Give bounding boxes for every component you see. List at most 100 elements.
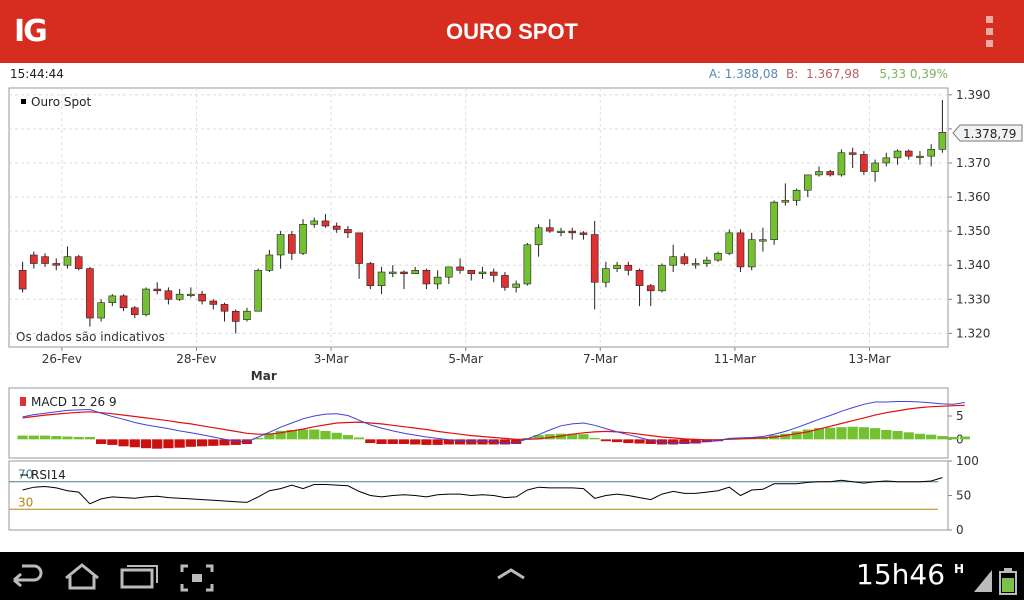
macd-legend: MACD 12 26 9 <box>31 395 117 409</box>
macd-histogram-bar <box>959 436 970 440</box>
candle-down <box>736 232 745 268</box>
home-icon[interactable] <box>65 563 99 590</box>
candle-down <box>74 256 83 269</box>
candle-up <box>388 271 397 274</box>
rsi-chart[interactable]: 0501007030RSI14 <box>8 454 979 537</box>
macd-chart[interactable]: 05MACD 12 26 9 <box>8 387 970 459</box>
rsi-y-tick-label: 0 <box>956 523 964 537</box>
candle-down <box>590 234 599 283</box>
chevron-up-icon[interactable] <box>497 568 525 580</box>
price-plot-frame <box>8 87 949 348</box>
macd-histogram-bar <box>948 437 959 440</box>
macd-histogram-bar <box>881 430 892 440</box>
rsi-level-label: 30 <box>18 495 33 509</box>
legend-swatch <box>21 99 26 104</box>
candle-down <box>41 256 49 264</box>
candle-down <box>568 230 577 234</box>
macd-histogram-bar <box>914 433 926 440</box>
candle-down <box>635 270 644 286</box>
candle-up <box>254 270 262 312</box>
candle-up <box>175 293 184 300</box>
app-header: IG OURO SPOT <box>0 0 1024 63</box>
macd-histogram-bar <box>39 435 51 440</box>
macd-histogram-bar <box>354 437 365 440</box>
candle-up <box>411 270 419 275</box>
candle-up <box>714 252 722 261</box>
candle-down <box>579 232 588 235</box>
candle-up <box>725 232 734 254</box>
candle-up <box>557 230 565 233</box>
charts-area[interactable]: 1.320 1.330 1.340 1.350 1.360 1.370 1.390 26-Fe… <box>0 63 1024 553</box>
candle-up <box>310 220 319 225</box>
price-chart[interactable]: 1.320 1.330 1.340 1.350 1.360 1.370 1.390 26-Fe… <box>8 87 1023 383</box>
candle-up <box>837 152 846 176</box>
price-x-tick-label: 11-Mar <box>714 352 756 366</box>
candle-up <box>747 239 756 268</box>
macd-histogram-bar <box>163 439 174 449</box>
candle-up <box>691 263 700 266</box>
rsi-y-tick-label: 100 <box>956 454 979 468</box>
candle-up <box>815 171 823 176</box>
price-x-tick-label: 3-Mar <box>314 352 349 366</box>
candle-up <box>893 150 902 159</box>
system-nav-bar: 15h46 H <box>0 552 1024 600</box>
macd-histogram-bar <box>892 430 903 440</box>
back-icon[interactable] <box>13 564 43 588</box>
recent-apps-icon[interactable] <box>120 565 158 589</box>
candle-down <box>18 270 27 290</box>
candle-down <box>119 295 128 309</box>
price-y-tick-label: 1.390 <box>956 88 990 102</box>
price-x-tick-label: 5-Mar <box>448 352 483 366</box>
candle-up <box>871 162 879 172</box>
macd-histogram-bar <box>410 439 421 445</box>
macd-histogram-bar <box>28 435 39 440</box>
macd-histogram-bar <box>129 439 140 448</box>
macd-histogram-bar <box>73 437 84 440</box>
candle-up <box>927 149 935 157</box>
candle-up <box>882 157 891 164</box>
battery-icon <box>999 568 1017 595</box>
candle-up <box>658 264 666 292</box>
candle-down <box>422 270 431 285</box>
macd-histogram-bar <box>477 439 488 445</box>
macd-histogram-bar <box>107 439 118 445</box>
candle-up <box>781 200 790 203</box>
macd-histogram-bar <box>140 439 152 449</box>
macd-histogram-bar <box>668 439 679 445</box>
candle-down <box>489 271 498 276</box>
candle-up <box>478 271 487 275</box>
overflow-menu-icon[interactable] <box>976 16 1004 48</box>
macd-histogram-bar <box>421 439 432 445</box>
candle-down <box>86 268 94 319</box>
macd-histogram-bar <box>634 439 645 444</box>
macd-histogram-bar <box>466 439 477 445</box>
month-label: Mar <box>251 369 277 383</box>
price-y-tick-label: 1.330 <box>956 292 990 306</box>
price-y-tick-label: 1.340 <box>956 258 990 272</box>
macd-histogram-bar <box>387 439 398 444</box>
macd-legend-swatch <box>20 397 26 406</box>
candle-down <box>30 254 38 264</box>
candle-up <box>63 256 72 266</box>
candle-down <box>153 288 162 292</box>
macd-histogram-bar <box>869 428 881 440</box>
candle-down <box>288 234 296 254</box>
candle-up <box>759 239 767 242</box>
macd-histogram-bar <box>611 439 623 443</box>
data-note: Os dados são indicativos <box>16 330 165 344</box>
macd-histogram-bar <box>17 435 28 440</box>
macd-histogram-bar <box>320 430 331 440</box>
macd-histogram-bar <box>51 436 62 440</box>
macd-histogram-bar <box>118 439 129 447</box>
macd-histogram-bar <box>858 427 869 440</box>
price-y-tick-label: 1.360 <box>956 190 990 204</box>
price-legend: Ouro Spot <box>31 95 91 109</box>
candle-down <box>220 304 229 312</box>
candle-down <box>904 150 913 157</box>
macd-histogram-bar <box>926 434 937 440</box>
candle-up <box>142 288 150 315</box>
macd-histogram-bar <box>62 436 73 440</box>
candle-up <box>97 302 105 319</box>
candle-down <box>344 229 352 234</box>
screenshot-icon[interactable] <box>180 564 214 592</box>
